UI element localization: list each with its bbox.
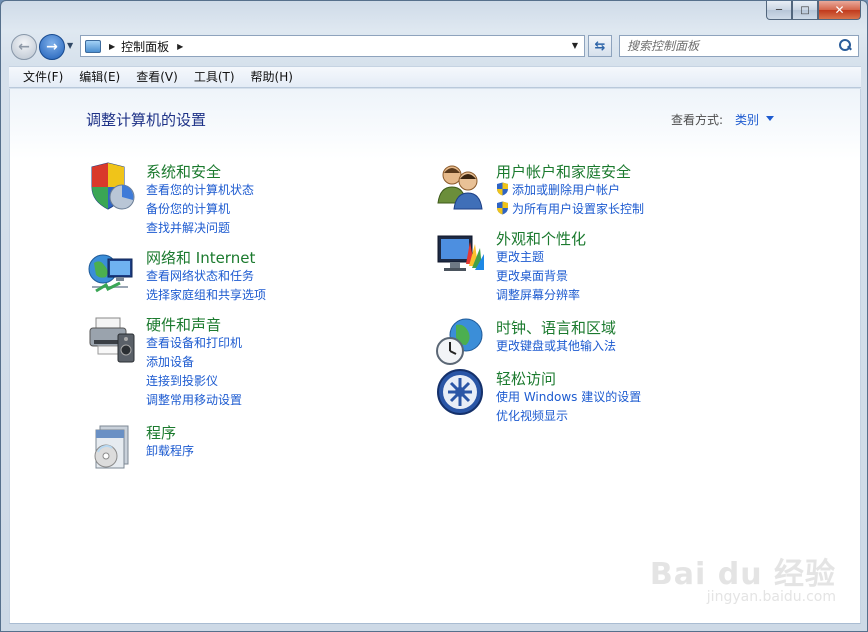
link-uninstall-program[interactable]: 卸载程序: [146, 442, 194, 461]
category-links-programs: 卸载程序: [146, 442, 194, 461]
link-view-computer-status[interactable]: 查看您的计算机状态: [146, 181, 254, 200]
refresh-icon: ⇆: [594, 38, 606, 54]
category-title-clock[interactable]: 时钟、语言和区域: [496, 317, 616, 338]
chevron-down-icon: ▼: [67, 41, 74, 50]
link-change-input-method[interactable]: 更改键盘或其他输入法: [496, 337, 616, 356]
breadcrumb-control-panel[interactable]: 控制面板: [121, 38, 169, 55]
watermark-logo: Bai du 经验: [649, 557, 836, 592]
category-links-hardware: 查看设备和打印机 添加设备 连接到投影仪 调整常用移动设置: [146, 334, 242, 410]
category-ease-of-access: 轻松访问 使用 Windows 建议的设置 优化视频显示: [436, 368, 796, 428]
link-windows-recommended-settings[interactable]: 使用 Windows 建议的设置: [496, 388, 641, 407]
link-devices-printers[interactable]: 查看设备和打印机: [146, 334, 242, 353]
category-title-hardware[interactable]: 硬件和声音: [146, 314, 221, 335]
category-links-network: 查看网络状态和任务 选择家庭组和共享选项: [146, 267, 266, 305]
view-by-label: 查看方式:: [671, 113, 724, 127]
category-links-accounts: 添加或删除用户帐户 为所有用户设置家长控制: [496, 181, 644, 219]
category-user-accounts: 用户帐户和家庭安全 添加或删除用户帐户 为所有用户设置家长控制: [436, 161, 796, 221]
maximize-button[interactable]: □: [792, 1, 818, 20]
clock-region-icon[interactable]: [436, 317, 486, 367]
link-change-background[interactable]: 更改桌面背景: [496, 267, 580, 286]
search-box[interactable]: [619, 35, 859, 57]
category-links-system: 查看您的计算机状态 备份您的计算机 查找并解决问题: [146, 181, 254, 238]
category-system-security: 系统和安全 查看您的计算机状态 备份您的计算机 查找并解决问题: [86, 161, 386, 241]
close-button[interactable]: ✕: [818, 1, 861, 20]
view-by-caret-icon[interactable]: [766, 116, 774, 121]
network-icon[interactable]: [86, 247, 136, 297]
navigation-bar: ← → ▼ ▶ 控制面板 ▶ ▼ ⇆: [1, 29, 868, 65]
uac-shield-icon: [497, 182, 508, 196]
view-by-dropdown[interactable]: 类别: [735, 111, 759, 128]
link-mobility-settings[interactable]: 调整常用移动设置: [146, 391, 242, 410]
category-links-ease: 使用 Windows 建议的设置 优化视频显示: [496, 388, 641, 426]
category-clock-region: 时钟、语言和区域 更改键盘或其他输入法: [436, 317, 796, 369]
address-dropdown-icon[interactable]: ▼: [572, 41, 578, 50]
baidu-watermark: Bai du 经验 jingyan.baidu.com: [650, 549, 836, 605]
caption-buttons: ─ □ ✕: [766, 1, 861, 21]
breadcrumb-separator-icon[interactable]: ▶: [109, 42, 115, 51]
link-homegroup-sharing[interactable]: 选择家庭组和共享选项: [146, 286, 266, 305]
category-appearance: 外观和个性化 更改主题 更改桌面背景 调整屏幕分辨率: [436, 228, 796, 306]
category-title-accounts[interactable]: 用户帐户和家庭安全: [496, 161, 631, 182]
user-accounts-icon[interactable]: [436, 161, 486, 211]
forward-button[interactable]: →: [39, 34, 65, 60]
menu-help[interactable]: 帮助(H): [243, 67, 301, 87]
link-add-device[interactable]: 添加设备: [146, 353, 242, 372]
back-button[interactable]: ←: [11, 34, 37, 60]
category-network: 网络和 Internet 查看网络状态和任务 选择家庭组和共享选项: [86, 247, 386, 307]
control-panel-icon: [85, 39, 101, 53]
menu-file[interactable]: 文件(F): [15, 67, 71, 87]
category-title-system[interactable]: 系统和安全: [146, 161, 221, 182]
category-hardware-sound: 硬件和声音 查看设备和打印机 添加设备 连接到投影仪 调整常用移动设置: [86, 314, 386, 409]
appearance-icon[interactable]: [436, 228, 486, 278]
link-change-theme[interactable]: 更改主题: [496, 248, 580, 267]
category-links-appearance: 更改主题 更改桌面背景 调整屏幕分辨率: [496, 248, 580, 305]
link-text: 添加或删除用户帐户: [512, 183, 621, 197]
category-title-ease[interactable]: 轻松访问: [496, 368, 556, 389]
control-panel-content: 调整计算机的设置 查看方式: 类别 系统和安全 查看您的计算机状态 备份您的计算…: [9, 89, 861, 624]
category-links-clock: 更改键盘或其他输入法: [496, 337, 616, 356]
link-view-network-status[interactable]: 查看网络状态和任务: [146, 267, 266, 286]
link-optimize-visual-display[interactable]: 优化视频显示: [496, 407, 641, 426]
category-programs: 程序 卸载程序: [86, 422, 386, 472]
menu-edit[interactable]: 编辑(E): [71, 67, 128, 87]
refresh-button[interactable]: ⇆: [588, 35, 612, 57]
search-icon[interactable]: [836, 37, 854, 55]
link-screen-resolution[interactable]: 调整屏幕分辨率: [496, 286, 580, 305]
system-security-icon[interactable]: [86, 161, 136, 211]
arrow-left-icon: ←: [18, 39, 30, 55]
address-bar[interactable]: ▶ 控制面板 ▶ ▼: [80, 35, 585, 57]
menu-view[interactable]: 查看(V): [128, 67, 186, 87]
link-backup-computer[interactable]: 备份您的计算机: [146, 200, 254, 219]
category-title-network[interactable]: 网络和 Internet: [146, 247, 255, 268]
uac-shield-icon: [497, 201, 508, 215]
link-troubleshoot[interactable]: 查找并解决问题: [146, 219, 254, 238]
link-parental-controls[interactable]: 为所有用户设置家长控制: [496, 200, 644, 219]
hardware-sound-icon[interactable]: [86, 314, 136, 364]
minimize-button[interactable]: ─: [766, 1, 792, 20]
category-title-programs[interactable]: 程序: [146, 422, 176, 443]
recent-pages-dropdown[interactable]: ▼: [67, 41, 73, 50]
page-title: 调整计算机的设置: [86, 111, 207, 129]
category-title-appearance[interactable]: 外观和个性化: [496, 228, 586, 249]
ease-of-access-icon[interactable]: [436, 368, 486, 418]
arrow-right-icon: →: [46, 39, 58, 55]
breadcrumb-separator-icon[interactable]: ▶: [177, 42, 183, 51]
link-text: 为所有用户设置家长控制: [512, 202, 645, 216]
search-input[interactable]: [627, 37, 836, 55]
programs-icon[interactable]: [86, 422, 136, 472]
control-panel-window: ─ □ ✕ ← → ▼ ▶ 控制面板 ▶ ▼ ⇆ 文件(F) 编辑(E) 查看(…: [0, 0, 868, 632]
menu-tools[interactable]: 工具(T): [186, 67, 243, 87]
menu-bar: 文件(F) 编辑(E) 查看(V) 工具(T) 帮助(H): [9, 66, 861, 88]
link-connect-projector[interactable]: 连接到投影仪: [146, 372, 242, 391]
link-add-remove-accounts[interactable]: 添加或删除用户帐户: [496, 181, 644, 200]
